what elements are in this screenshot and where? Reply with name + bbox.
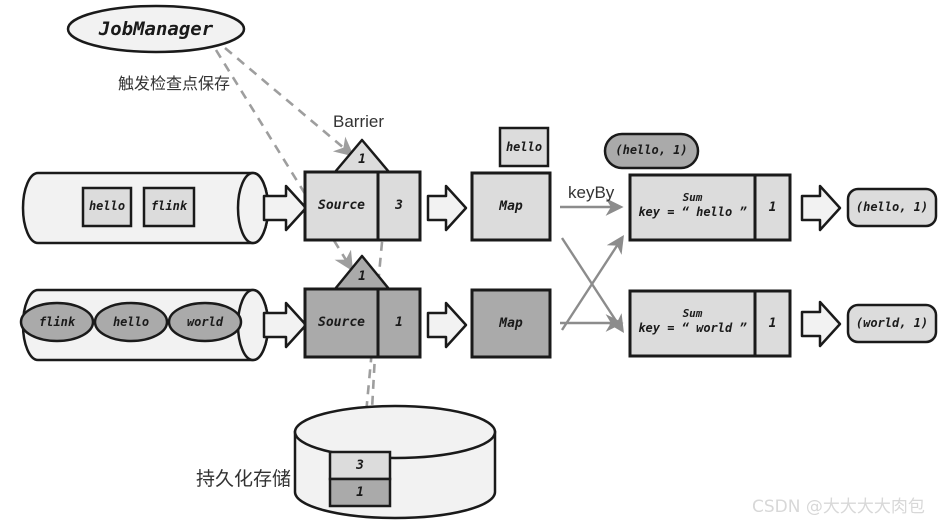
lower-source-operator xyxy=(303,287,422,359)
trigger-arrow-upper xyxy=(224,47,354,157)
stream-item-box xyxy=(81,186,133,228)
flow-arrow-upper-map xyxy=(426,184,468,232)
diagram-vector-layer xyxy=(19,4,938,520)
lower-sum-operator xyxy=(628,289,792,358)
upper-barrier-triangle xyxy=(333,138,391,174)
persistent-storage-cylinder xyxy=(293,404,497,520)
upper-input-stream xyxy=(21,171,270,245)
lower-input-stream xyxy=(19,288,270,362)
lower-map-operator xyxy=(470,288,552,359)
upper-source-operator xyxy=(303,170,422,242)
upper-output-pill xyxy=(846,187,938,228)
map-input-token-box xyxy=(498,126,550,168)
flow-arrow-lower-source xyxy=(262,301,308,349)
stream-item-ellipse xyxy=(93,301,169,343)
upper-sum-operator xyxy=(628,173,792,242)
flow-arrow-upper-output xyxy=(800,184,842,232)
flow-arrow-lower-output xyxy=(800,300,842,348)
flow-arrow-lower-map xyxy=(426,301,468,349)
jobmanager-node xyxy=(66,4,246,54)
storage-cell-dark xyxy=(328,477,392,508)
flow-arrow-upper-source xyxy=(262,184,308,232)
diagram-canvas: JobManager 触发检查点保存 Barrier hello flink f… xyxy=(0,0,940,524)
stream-item-ellipse xyxy=(167,301,243,343)
lower-output-pill xyxy=(846,303,938,344)
stream-item-box xyxy=(142,186,196,228)
stream-item-ellipse xyxy=(19,301,95,343)
storage-cell-light xyxy=(328,450,392,481)
sum-input-token-pill xyxy=(603,132,700,170)
upper-map-operator xyxy=(470,171,552,242)
